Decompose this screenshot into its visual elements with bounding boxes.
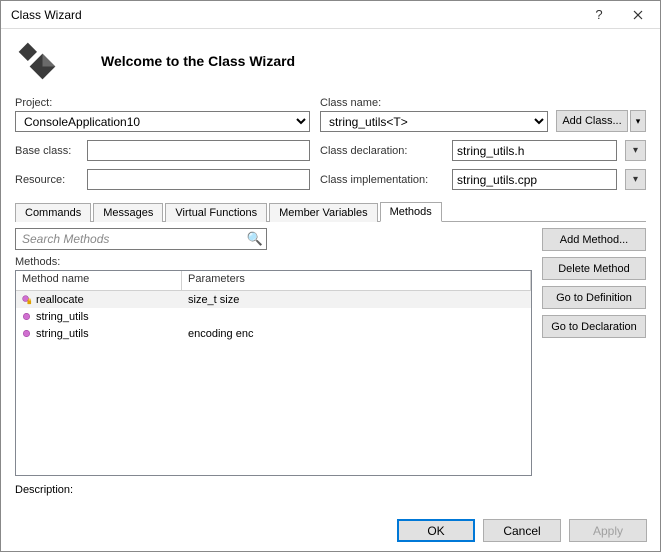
add-class-button[interactable]: Add Class... (556, 110, 628, 132)
class-declaration-input[interactable] (453, 141, 616, 160)
search-box: 🔍 (15, 228, 267, 250)
go-to-definition-button[interactable]: Go to Definition (542, 286, 646, 309)
chevron-down-icon: ▾ (636, 116, 641, 127)
dialog-footer: OK Cancel Apply (0, 513, 661, 552)
tab-commands[interactable]: Commands (15, 203, 91, 222)
method-icon (20, 311, 32, 323)
chevron-down-icon: ▾ (633, 145, 638, 156)
hero: Welcome to the Class Wizard (15, 35, 646, 97)
search-input[interactable] (16, 232, 244, 246)
class-name-select[interactable]: string_utils<T> (320, 111, 548, 132)
close-icon (633, 10, 643, 20)
method-icon (20, 294, 32, 306)
table-row[interactable]: reallocate size_t size (16, 291, 531, 308)
parameters-cell: encoding enc (182, 328, 531, 340)
class-name-label: Class name: (320, 97, 548, 109)
search-icon[interactable]: 🔍 (244, 231, 266, 247)
methods-table: Method name Parameters reallocate size_t … (15, 270, 532, 476)
class-implementation-label: Class implementation: (320, 174, 446, 186)
tab-member-variables[interactable]: Member Variables (269, 203, 377, 222)
add-method-button[interactable]: Add Method... (542, 228, 646, 251)
tab-methods[interactable]: Methods (380, 202, 442, 222)
add-class-dropdown[interactable]: ▾ (630, 110, 646, 132)
parameters-cell: size_t size (182, 294, 531, 306)
tab-bar: CommandsMessagesVirtual FunctionsMember … (15, 200, 646, 222)
resource-label: Resource: (15, 174, 81, 186)
method-name-cell: reallocate (36, 294, 84, 306)
project-select[interactable]: ConsoleApplication10 (15, 111, 310, 132)
ok-button[interactable]: OK (397, 519, 475, 542)
column-parameters[interactable]: Parameters (182, 271, 531, 290)
base-class-label: Base class: (15, 145, 81, 157)
methods-label: Methods: (15, 256, 532, 268)
apply-button[interactable]: Apply (569, 519, 647, 542)
window-title: Class Wizard (11, 8, 582, 22)
description-label: Description: (15, 484, 532, 496)
method-name-cell: string_utils (36, 311, 89, 323)
delete-method-button[interactable]: Delete Method (542, 257, 646, 280)
method-icon (20, 328, 32, 340)
chevron-down-icon: ▾ (633, 174, 638, 185)
tab-virtual-functions[interactable]: Virtual Functions (165, 203, 267, 222)
close-button[interactable] (616, 1, 660, 29)
page-title: Welcome to the Class Wizard (101, 53, 295, 69)
go-to-declaration-button[interactable]: Go to Declaration (542, 315, 646, 338)
tab-messages[interactable]: Messages (93, 203, 163, 222)
titlebar: Class Wizard ? (1, 1, 660, 29)
table-row[interactable]: string_utils encoding enc (16, 325, 531, 342)
table-row[interactable]: string_utils (16, 308, 531, 325)
base-class-input[interactable] (88, 141, 309, 160)
cancel-button[interactable]: Cancel (483, 519, 561, 542)
project-label: Project: (15, 97, 310, 109)
class-implementation-dropdown[interactable]: ▾ (625, 169, 646, 190)
class-declaration-dropdown[interactable]: ▾ (625, 140, 646, 161)
resource-input[interactable] (88, 170, 309, 189)
method-name-cell: string_utils (36, 328, 89, 340)
class-implementation-input[interactable] (453, 170, 616, 189)
column-method-name[interactable]: Method name (16, 271, 182, 290)
help-button[interactable]: ? (582, 1, 616, 29)
class-declaration-label: Class declaration: (320, 145, 446, 157)
wizard-icon (15, 39, 59, 83)
